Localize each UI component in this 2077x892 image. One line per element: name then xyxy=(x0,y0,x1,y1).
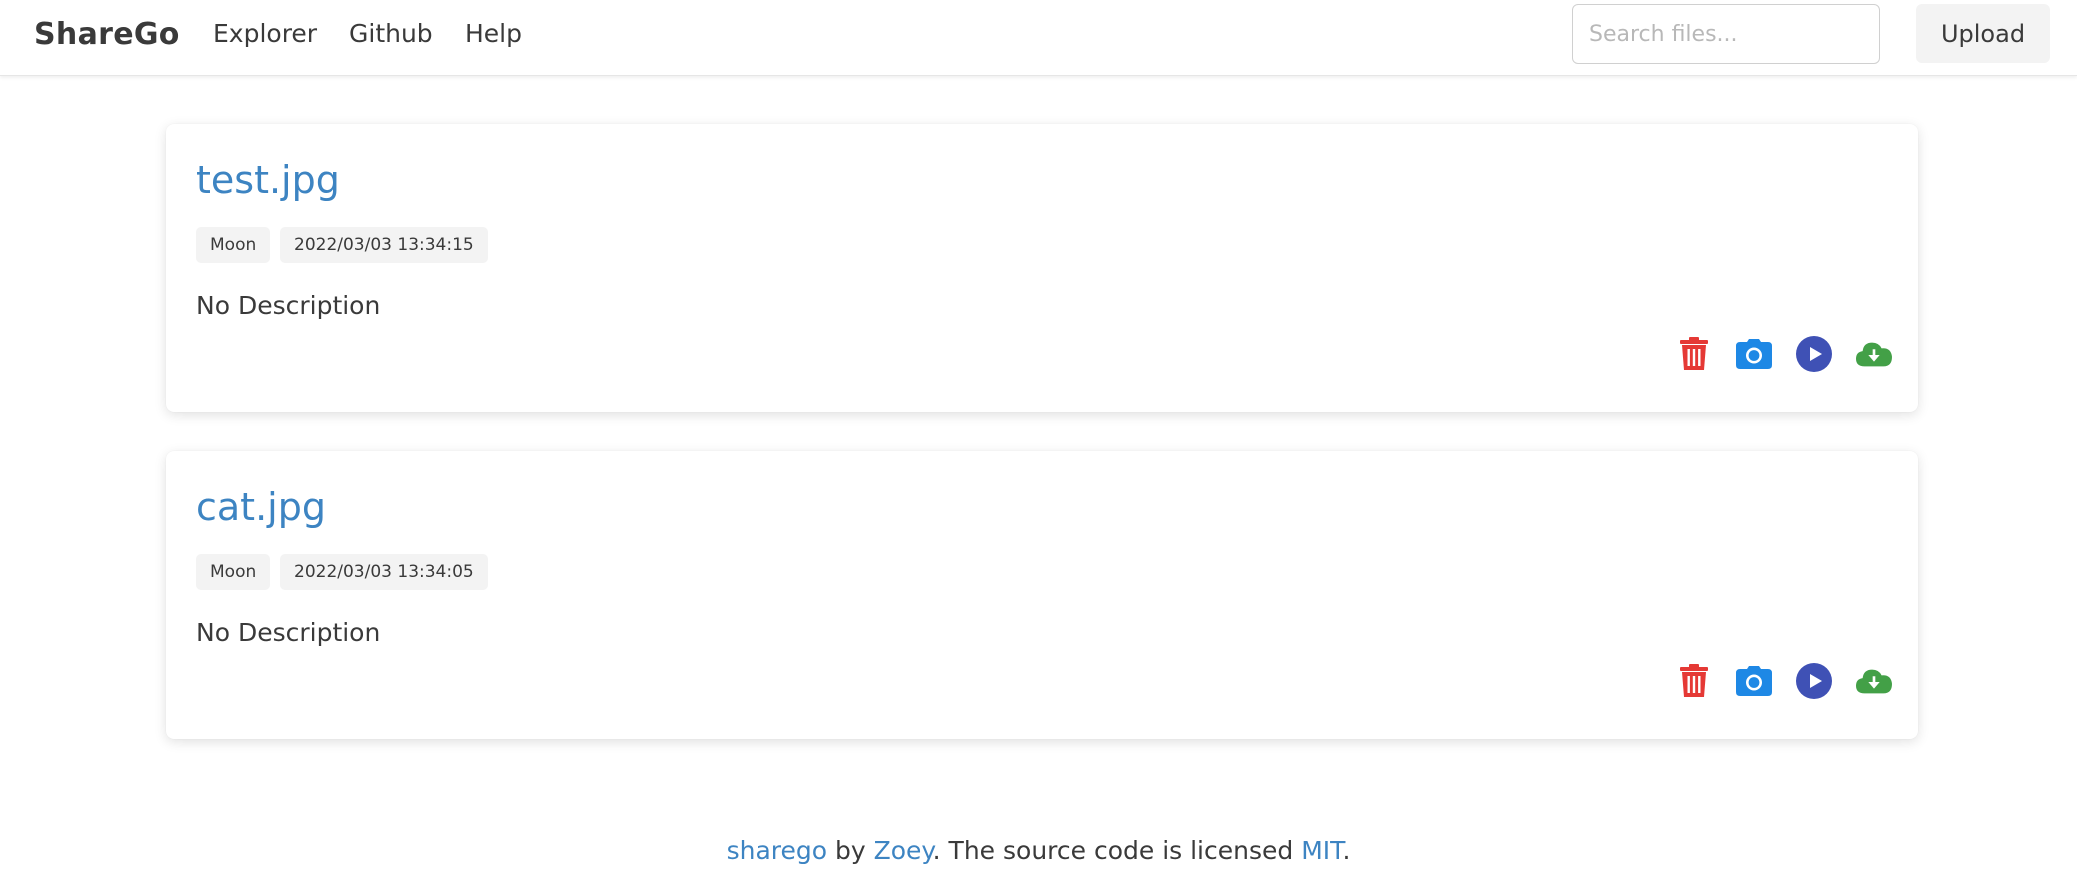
nav-github-link[interactable]: Github xyxy=(349,19,433,48)
navbar: ShareGo Explorer Github Help Upload xyxy=(0,0,2077,76)
footer-author-link[interactable]: Zoey xyxy=(874,836,933,865)
cloud-download-icon[interactable] xyxy=(1856,663,1892,699)
file-description: No Description xyxy=(196,291,381,320)
play-icon[interactable] xyxy=(1796,663,1832,699)
upload-button[interactable]: Upload xyxy=(1916,4,2050,63)
timestamp-tag: 2022/03/03 13:34:05 xyxy=(280,554,488,590)
footer-by-text: by xyxy=(827,836,874,865)
footer-end-text: . xyxy=(1342,836,1351,865)
footer: sharego by Zoey. The source code is lice… xyxy=(0,836,2077,865)
owner-tag: Moon xyxy=(196,554,271,590)
file-description: No Description xyxy=(196,618,381,647)
camera-icon[interactable] xyxy=(1736,663,1772,699)
owner-tag: Moon xyxy=(196,227,271,263)
trash-icon[interactable] xyxy=(1676,663,1712,699)
footer-license-text: . The source code is licensed xyxy=(932,836,1302,865)
file-name-link[interactable]: test.jpg xyxy=(196,158,340,202)
search-input[interactable] xyxy=(1572,4,1880,64)
footer-project-link[interactable]: sharego xyxy=(727,836,827,865)
timestamp-tag: 2022/03/03 13:34:15 xyxy=(280,227,488,263)
file-card: test.jpg Moon 2022/03/03 13:34:15 No Des… xyxy=(166,124,1918,412)
nav-explorer-link[interactable]: Explorer xyxy=(213,19,317,48)
cloud-download-icon[interactable] xyxy=(1856,336,1892,372)
file-actions xyxy=(1676,336,1892,372)
footer-license-link[interactable]: MIT xyxy=(1301,836,1342,865)
nav-help-link[interactable]: Help xyxy=(465,19,522,48)
trash-icon[interactable] xyxy=(1676,336,1712,372)
file-name-link[interactable]: cat.jpg xyxy=(196,485,326,529)
play-icon[interactable] xyxy=(1796,336,1832,372)
file-card: cat.jpg Moon 2022/03/03 13:34:05 No Desc… xyxy=(166,451,1918,739)
file-actions xyxy=(1676,663,1892,699)
camera-icon[interactable] xyxy=(1736,336,1772,372)
brand-logo[interactable]: ShareGo xyxy=(34,17,180,52)
